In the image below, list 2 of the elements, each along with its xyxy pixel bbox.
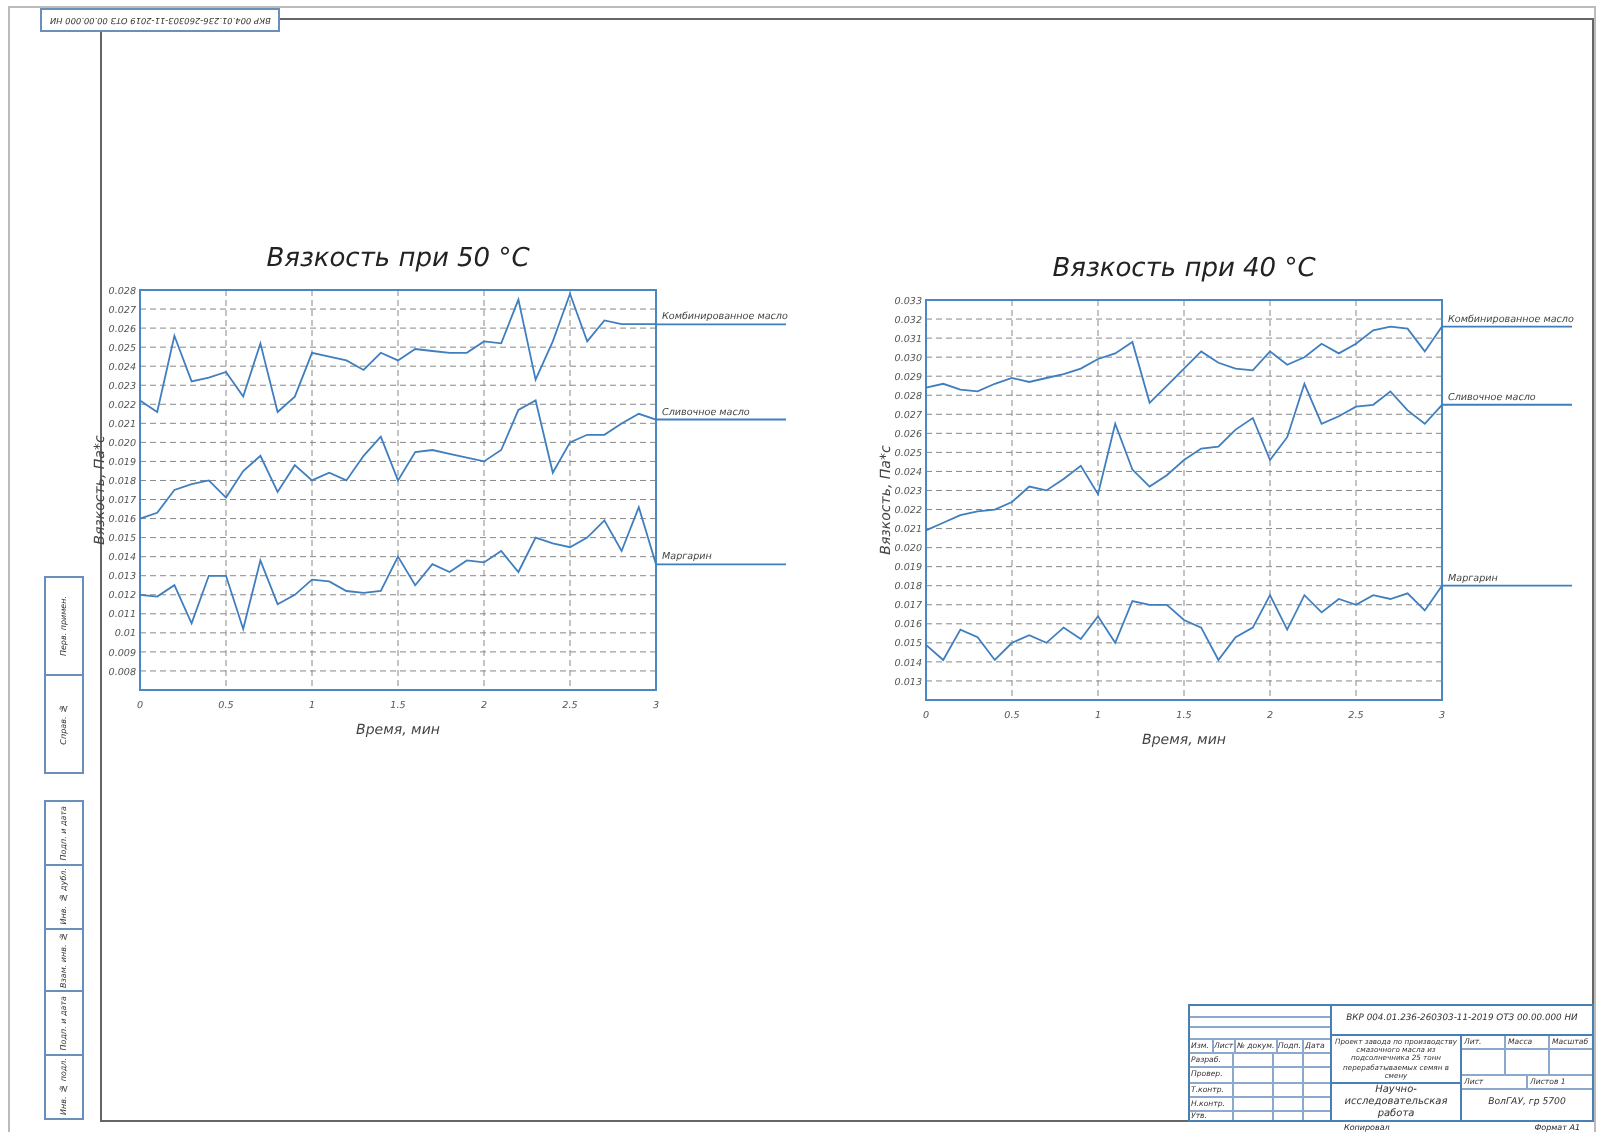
chart-title: Вязкость при 40 °С — [1052, 254, 1316, 284]
chart-title: Вязкость при 50 °С — [266, 244, 530, 274]
